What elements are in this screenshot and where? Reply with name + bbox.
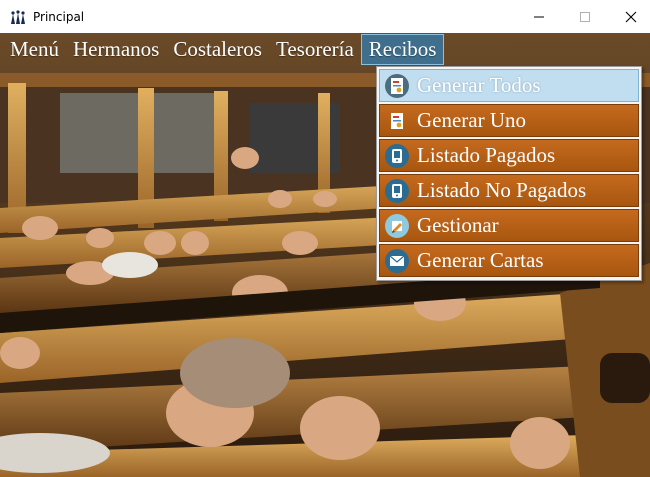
menu-hermanos[interactable]: Hermanos xyxy=(66,34,166,65)
menu-item-generar-uno[interactable]: Generar Uno xyxy=(379,104,639,137)
document-icon xyxy=(385,73,409,98)
menu-item-label: Generar Uno xyxy=(417,108,527,132)
maximize-icon xyxy=(580,11,590,22)
envelope-icon xyxy=(385,248,409,273)
phone-icon xyxy=(385,178,409,203)
maximize-button[interactable] xyxy=(562,0,608,33)
menu-item-label: Gestionar xyxy=(417,213,499,237)
menu-item-label: Listado No Pagados xyxy=(417,178,587,202)
title-bar: Principal xyxy=(0,0,650,33)
app-icon xyxy=(11,9,25,24)
window-title: Principal xyxy=(33,9,85,24)
menu-bar: Menú Hermanos Costaleros Tesorería Recib… xyxy=(0,33,650,66)
menu-item-gestionar[interactable]: Gestionar xyxy=(379,209,639,242)
menu-item-generar-todos[interactable]: Generar Todos xyxy=(379,69,639,102)
document-icon xyxy=(385,109,409,133)
minimize-icon xyxy=(534,16,544,17)
menu-costaleros[interactable]: Costaleros xyxy=(166,34,269,65)
menu-item-listado-pagados[interactable]: Listado Pagados xyxy=(379,139,639,172)
close-button[interactable] xyxy=(608,0,650,33)
menu-tesoreria[interactable]: Tesorería xyxy=(269,34,361,65)
menu-item-listado-no-pagados[interactable]: Listado No Pagados xyxy=(379,174,639,207)
menu-item-label: Generar Todos xyxy=(417,73,541,97)
close-icon xyxy=(625,11,637,22)
menu-recibos[interactable]: Recibos xyxy=(360,34,445,65)
main-window: Principal Menú Hermanos Costaleros Tesor… xyxy=(0,0,650,477)
phone-icon xyxy=(385,143,409,168)
menu-item-label: Generar Cartas xyxy=(417,248,544,272)
menu-item-label: Listado Pagados xyxy=(417,143,556,167)
menu-menu[interactable]: Menú xyxy=(0,34,66,65)
pencil-icon xyxy=(385,213,409,238)
recibos-dropdown: Generar Todos Generar Uno Listado Pagado… xyxy=(376,66,642,281)
menu-item-generar-cartas[interactable]: Generar Cartas xyxy=(379,244,639,277)
minimize-button[interactable] xyxy=(516,0,562,33)
